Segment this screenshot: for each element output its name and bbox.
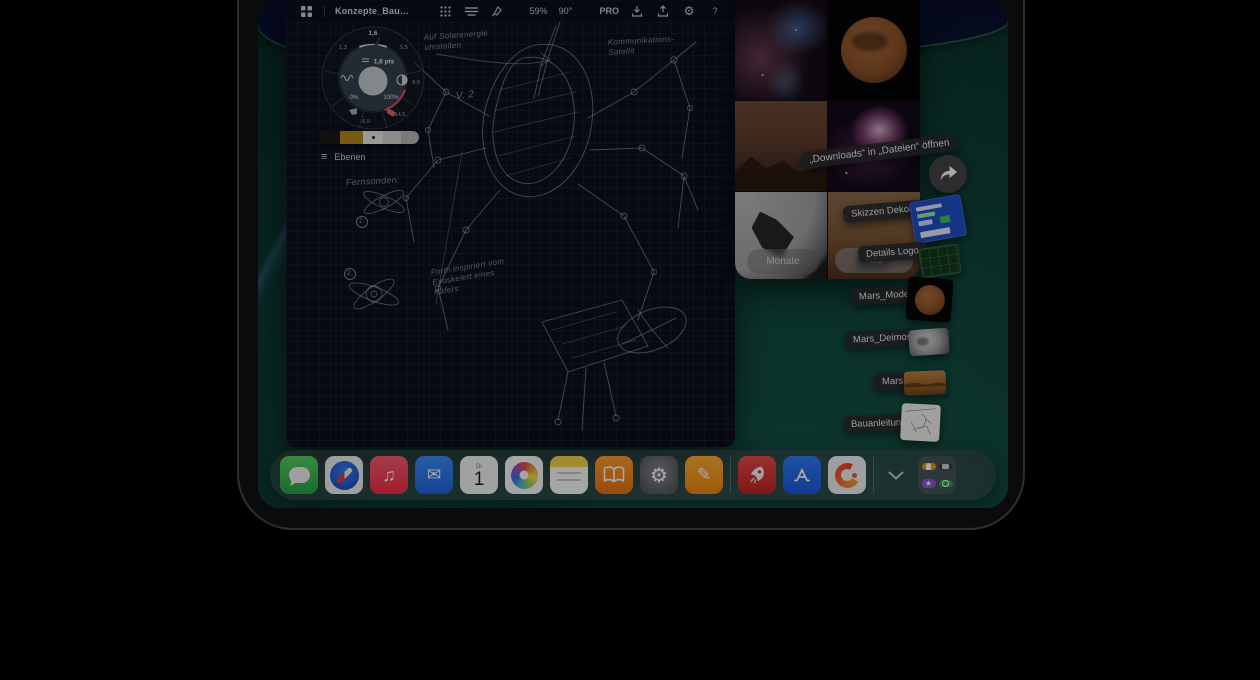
ipad-screen: Auf Solarenergie umstellen Kommunikation… bbox=[258, 0, 1008, 508]
drag-thumb-decal-sheet[interactable] bbox=[909, 194, 968, 244]
drag-session-layer: „Downloads“ in „Dateien“ öffnen Skizzen … bbox=[258, 0, 1008, 508]
drag-thumb-instructions-sketch[interactable] bbox=[900, 403, 941, 442]
drag-thumb-mars-landscape[interactable] bbox=[904, 370, 947, 395]
ipad-device: Auf Solarenergie umstellen Kommunikation… bbox=[237, 0, 1025, 530]
drag-thumb-deimos[interactable] bbox=[908, 328, 950, 357]
drag-label-details-logo[interactable]: Details Logo bbox=[857, 242, 927, 264]
drag-thumb-green-plate[interactable] bbox=[918, 243, 962, 278]
share-arrow-badge bbox=[929, 155, 967, 193]
drag-thumb-mars-model[interactable] bbox=[906, 276, 954, 322]
